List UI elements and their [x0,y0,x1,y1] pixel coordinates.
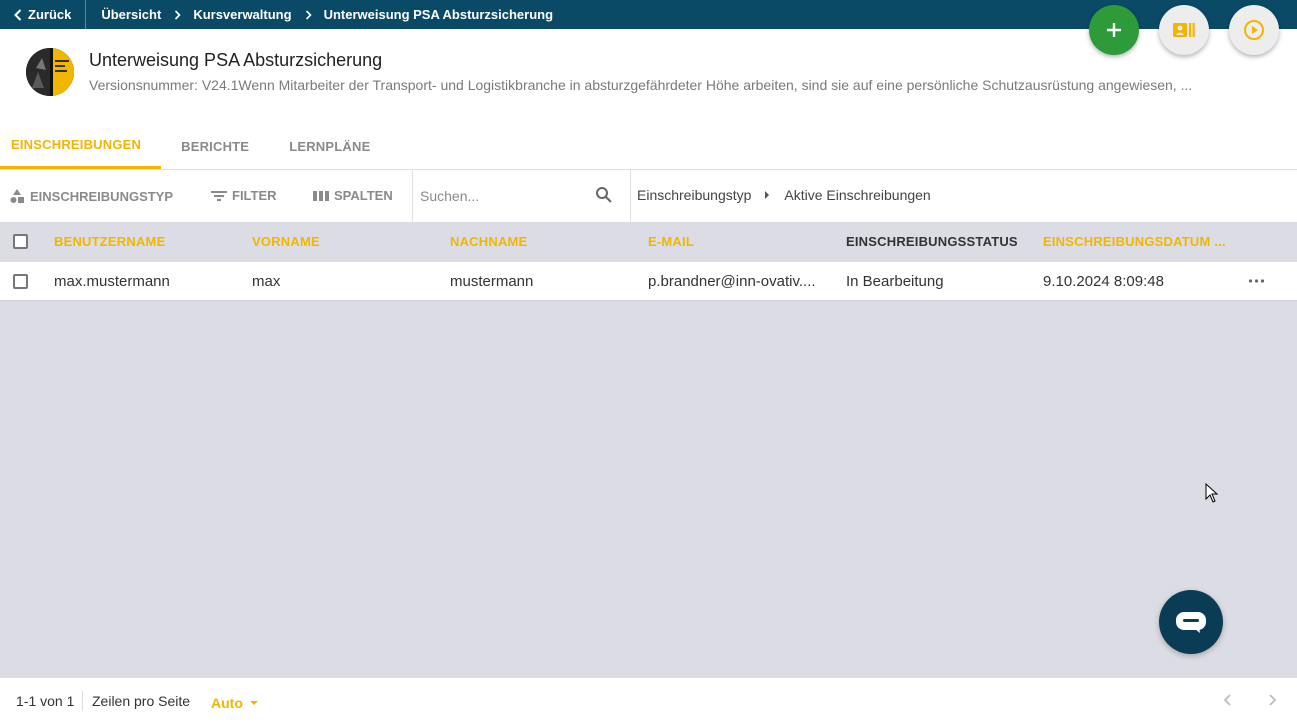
cell-username: max.mustermann [54,273,170,290]
columns-icon [313,190,329,201]
back-button-label: Zurück [28,7,72,22]
column-header-username[interactable]: BENUTZERNAME [54,234,165,249]
column-header-status[interactable]: EINSCHREIBUNGSSTATUS [846,234,1018,249]
breadcrumb-overview[interactable]: Übersicht [101,7,161,22]
filter-path-value[interactable]: Aktive Einschreibungen [784,187,930,203]
filter-label: FILTER [232,188,277,203]
toolbar-divider [630,170,631,222]
chevron-right-icon [174,9,181,20]
cell-email: p.brandner@inn-ovativ.... [648,273,816,290]
toolbar-divider [412,170,413,222]
pagination-footer: 1-1 von 1 Zeilen pro Seite Auto [0,678,1297,722]
caret-right-icon [764,190,770,200]
contact-card-button[interactable] [1159,5,1209,55]
search-input[interactable] [420,185,620,207]
contact-card-icon [1173,23,1195,37]
app-root: Zurück Übersicht Kursverwaltung Unterwei… [0,0,1297,722]
play-circle-icon [1244,20,1264,40]
cell-firstname: max [252,273,281,290]
chat-icon [1176,612,1206,633]
table-header: BENUTZERNAME VORNAME NACHNAME E-MAIL EIN… [0,222,1297,262]
filter-icon [211,190,227,201]
tab-learning-plans[interactable]: LERNPLÄNE [269,123,390,169]
rows-per-page-label: Zeilen pro Seite [92,693,191,709]
breadcrumb: Übersicht Kursverwaltung Unterweisung PS… [86,7,553,22]
chat-button[interactable] [1159,590,1223,654]
chevron-left-icon [14,8,22,21]
enrollment-type-button[interactable]: EINSCHREIBUNGSTYP [9,188,173,204]
column-header-email[interactable]: E-MAIL [648,234,694,249]
tab-bar: EINSCHREIBUNGEN BERICHTE LERNPLÄNE [0,123,390,169]
add-button[interactable] [1089,5,1139,55]
search-icon[interactable] [595,186,613,204]
active-filter-breadcrumb: Einschreibungstyp Aktive Einschreibungen [637,187,931,203]
filter-path-type[interactable]: Einschreibungstyp [637,187,751,203]
more-horizontal-icon[interactable] [1248,274,1265,288]
column-header-firstname[interactable]: VORNAME [252,234,320,249]
course-thumbnail [26,48,74,96]
mouse-cursor-icon [1205,483,1219,503]
shapes-icon [10,189,24,203]
cell-date: 9.10.2024 8:09:48 [1043,273,1164,290]
grid-toolbar: EINSCHREIBUNGSTYP FILTER SPALTEN Suchen.… [0,170,1297,222]
cell-status: In Bearbeitung [846,273,944,290]
column-header-date[interactable]: EINSCHREIBUNGSDATUM ... [1043,234,1226,249]
next-page-icon[interactable] [1266,693,1278,707]
filter-button[interactable]: FILTER [211,188,277,203]
pagination-count: 1-1 von 1 [16,693,75,709]
row-checkbox[interactable] [13,274,28,289]
back-button[interactable]: Zurück [0,0,85,29]
tab-enrollments[interactable]: EINSCHREIBUNGEN [0,123,162,169]
caret-down-icon [249,701,258,705]
chevron-right-icon [305,9,312,20]
tab-reports[interactable]: BERICHTE [161,123,269,169]
breadcrumb-course-management[interactable]: Kursverwaltung [193,7,291,22]
plus-icon [1107,23,1121,37]
breadcrumb-current-course[interactable]: Unterweisung PSA Absturzsicherung [324,7,553,22]
select-all-checkbox[interactable] [13,234,28,249]
page-title: Unterweisung PSA Absturzsicherung [89,50,383,70]
footer-divider [82,691,83,711]
column-header-lastname[interactable]: NACHNAME [450,234,527,249]
table-row[interactable]: max.mustermann max mustermann p.brandner… [0,262,1297,301]
start-course-button[interactable] [1229,5,1279,55]
course-description: Versionsnummer: V24.1Wenn Mitarbeiter de… [89,77,1193,93]
rows-per-page-select[interactable]: Auto [211,695,259,711]
enrollment-type-label: EINSCHREIBUNGSTYP [30,188,174,204]
columns-button[interactable]: SPALTEN [313,188,393,203]
previous-page-icon[interactable] [1222,693,1234,707]
columns-label: SPALTEN [334,188,393,203]
cell-lastname: mustermann [450,273,534,290]
rows-per-page-value: Auto [211,695,243,711]
